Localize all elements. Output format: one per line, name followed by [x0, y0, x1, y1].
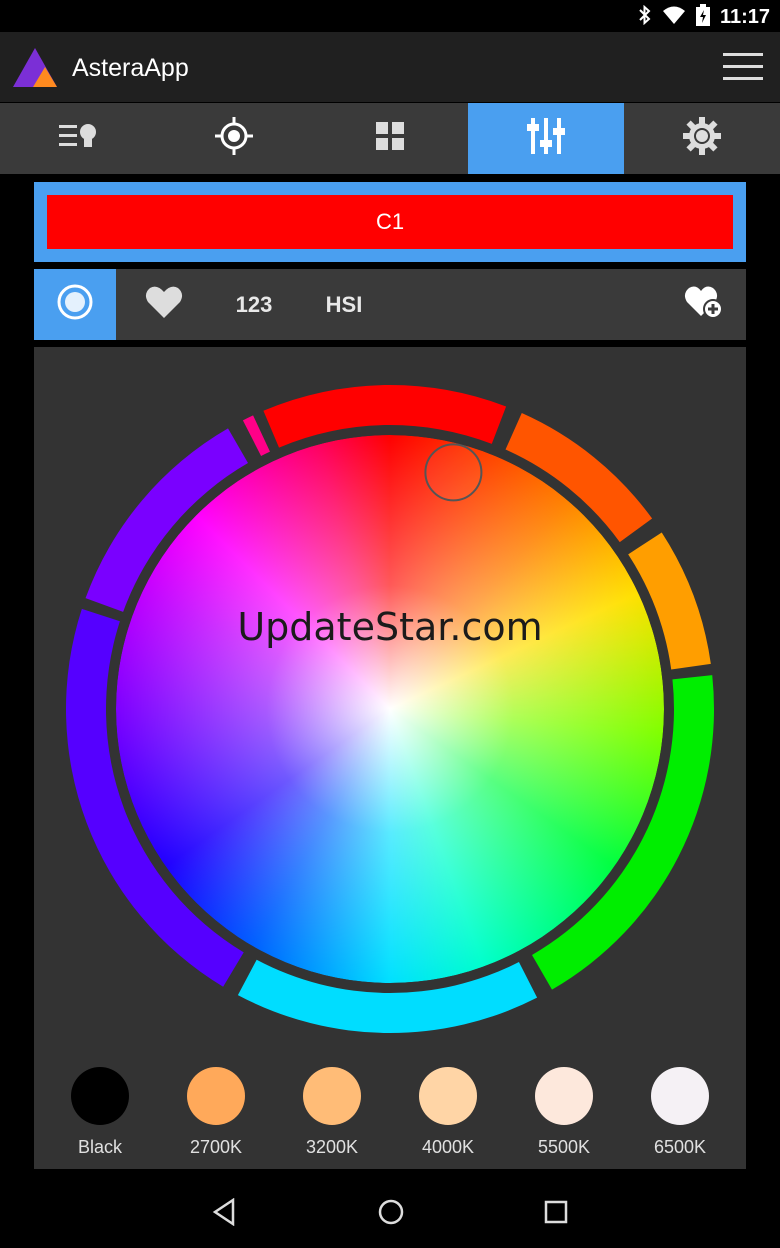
swatch-label: 3200K	[305, 1137, 359, 1157]
tab-color-control[interactable]	[468, 103, 624, 174]
home-icon[interactable]	[377, 1198, 405, 1231]
channel-color-button[interactable]: C1	[47, 195, 733, 249]
back-icon[interactable]	[211, 1197, 237, 1231]
light-list-icon	[59, 121, 97, 156]
mode-hsi-button[interactable]: HSI	[309, 269, 379, 340]
heart-add-icon	[684, 285, 724, 324]
swatch-label: 5500K	[537, 1137, 591, 1157]
bluetooth-icon	[638, 4, 652, 30]
swatch-circle	[419, 1067, 477, 1125]
watermark-text: UpdateStar.com	[237, 605, 543, 649]
mode-numeric-label: 123	[235, 291, 273, 317]
swatch-circle	[71, 1067, 129, 1125]
color-temperature-swatch[interactable]: Black	[60, 1067, 140, 1158]
sliders-icon	[526, 116, 566, 161]
color-panel: UpdateStar.com Black 2700K 3200K 4000K 5500K…	[34, 347, 746, 1169]
mode-bar: 123 HSI	[34, 269, 746, 340]
recents-icon[interactable]	[543, 1199, 569, 1230]
navigation-bar	[0, 1176, 780, 1248]
swatch-label: 2700K	[189, 1137, 243, 1157]
ring-preset-segment[interactable]	[242, 415, 270, 456]
color-temperature-swatch[interactable]: 4000K	[408, 1067, 488, 1158]
heart-icon	[145, 285, 183, 324]
tab-target[interactable]	[156, 103, 312, 174]
color-wheel-icon	[56, 283, 94, 326]
swatch-circle	[187, 1067, 245, 1125]
tab-lights[interactable]	[0, 103, 156, 174]
swatch-label: Black	[77, 1137, 122, 1157]
mode-favorites-button[interactable]	[129, 269, 199, 340]
swatch-circle	[651, 1067, 709, 1125]
battery-icon	[695, 3, 710, 31]
astera-logo-icon	[13, 47, 59, 94]
tab-settings[interactable]	[624, 103, 780, 174]
swatch-label: 6500K	[653, 1137, 707, 1157]
wifi-icon	[662, 5, 686, 30]
app-title: AsteraApp	[72, 54, 189, 82]
tab-bar	[0, 103, 780, 174]
mode-hsi-label: HSI	[325, 291, 363, 317]
color-temperature-swatch[interactable]: 3200K	[292, 1067, 372, 1158]
swatch-label: 4000K	[421, 1137, 475, 1157]
swatch-circle	[535, 1067, 593, 1125]
settings-gear-icon	[683, 117, 721, 160]
mode-numeric-button[interactable]: 123	[219, 269, 289, 340]
status-bar: 11:17	[0, 0, 780, 32]
hamburger-menu-icon[interactable]	[723, 51, 765, 88]
color-temperature-swatch[interactable]: 5500K	[524, 1067, 604, 1158]
app-bar: AsteraApp	[0, 32, 780, 102]
crosshair-icon	[215, 117, 253, 160]
hue-saturation-wheel[interactable]	[116, 435, 664, 983]
channel-selector-frame: C1	[34, 182, 746, 262]
swatch-circle	[303, 1067, 361, 1125]
color-wheel-area	[65, 385, 715, 1033]
clock: 11:17	[719, 5, 770, 28]
color-temperature-swatch[interactable]: 2700K	[176, 1067, 256, 1158]
hue-selector-handle[interactable]	[424, 443, 483, 502]
color-temperature-swatch[interactable]: 6500K	[640, 1067, 720, 1158]
add-favorite-button[interactable]	[669, 269, 739, 340]
mode-color-wheel-button[interactable]	[34, 269, 116, 340]
channel-label: C1	[375, 209, 405, 234]
grid-icon	[375, 121, 405, 156]
tab-groups[interactable]	[312, 103, 468, 174]
